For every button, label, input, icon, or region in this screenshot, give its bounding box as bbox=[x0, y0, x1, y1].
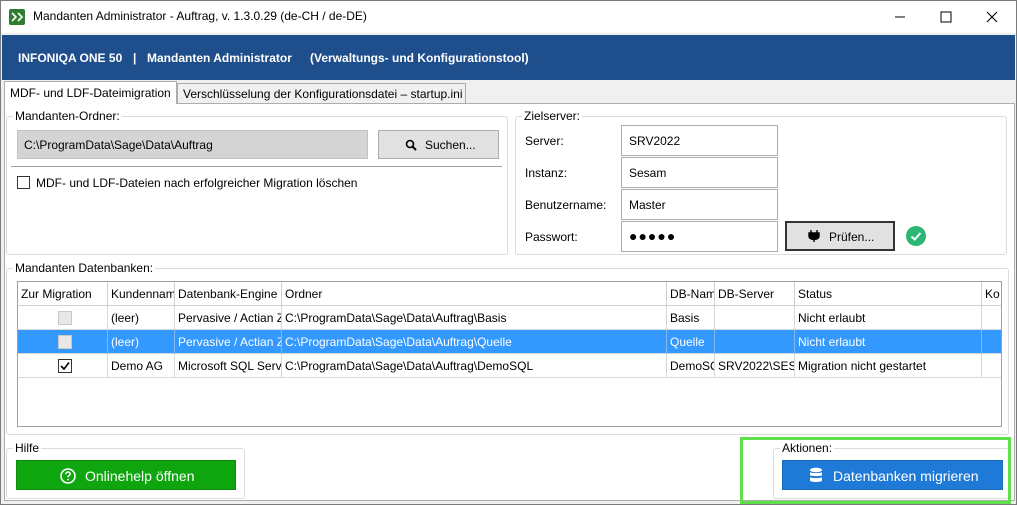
window-title: Mandanten Administrator - Auftrag, v. 1.… bbox=[33, 9, 367, 23]
instanz-input[interactable]: Sesam bbox=[621, 157, 778, 188]
ordner-cell: C:\ProgramData\Sage\Data\Auftrag\Quelle bbox=[282, 330, 667, 354]
tab-migration[interactable]: MDF- und LDF-Dateimigration bbox=[4, 81, 177, 104]
ko-cell bbox=[982, 354, 1001, 378]
server-label: Server: bbox=[525, 134, 564, 148]
folder-path-field[interactable]: C:\ProgramData\Sage\Data\Auftrag bbox=[17, 130, 368, 159]
tab-encryption[interactable]: Verschlüsselung der Konfigurationsdatei … bbox=[177, 83, 466, 104]
engine-cell: Pervasive / Actian Zen bbox=[175, 306, 282, 330]
table-row[interactable]: Demo AG Microsoft SQL Server C:\ProgramD… bbox=[18, 354, 1001, 378]
engine-cell: Microsoft SQL Server bbox=[175, 354, 282, 378]
ordner-cell: C:\ProgramData\Sage\Data\Auftrag\DemoSQL bbox=[282, 354, 667, 378]
col-header[interactable]: Ko bbox=[982, 282, 1001, 306]
instanz-label: Instanz: bbox=[525, 166, 568, 180]
dbserver-cell bbox=[715, 306, 795, 330]
search-icon bbox=[405, 139, 417, 151]
passwort-input[interactable]: ●●●●● bbox=[621, 221, 778, 252]
ko-cell bbox=[982, 306, 1001, 330]
grid-header: Zur Migration Kundenname Datenbank-Engin… bbox=[18, 282, 1001, 306]
delete-files-label: MDF- und LDF-Dateien nach erfolgreicher … bbox=[36, 176, 358, 190]
title-bar[interactable]: Mandanten Administrator - Auftrag, v. 1.… bbox=[1, 1, 1016, 33]
kunde-cell: (leer) bbox=[108, 306, 175, 330]
app-window: Mandanten Administrator - Auftrag, v. 1.… bbox=[0, 0, 1017, 505]
ko-cell bbox=[982, 330, 1001, 354]
status-cell: Nicht erlaubt bbox=[795, 306, 982, 330]
kunde-cell: Demo AG bbox=[108, 354, 175, 378]
divider bbox=[11, 166, 502, 167]
search-button-label: Suchen... bbox=[425, 138, 476, 152]
status-cell: Nicht erlaubt bbox=[795, 330, 982, 354]
col-header[interactable]: Ordner bbox=[282, 282, 667, 306]
ordner-cell: C:\ProgramData\Sage\Data\Auftrag\Basis bbox=[282, 306, 667, 330]
migrate-cell[interactable] bbox=[18, 354, 108, 378]
benutzer-label: Benutzername: bbox=[525, 198, 607, 212]
group-title: Mandanten Datenbanken: bbox=[13, 261, 156, 275]
passwort-label: Passwort: bbox=[525, 230, 578, 244]
onlinehelp-button[interactable]: Onlinehelp öffnen bbox=[16, 460, 236, 490]
app-subtitle: (Verwaltungs- und Konfigurationstool) bbox=[310, 51, 529, 65]
migrate-checkbox[interactable] bbox=[58, 359, 72, 373]
col-header[interactable]: DB-Name bbox=[667, 282, 715, 306]
migrate-cell[interactable] bbox=[18, 306, 108, 330]
status-cell: Migration nicht gestartet bbox=[795, 354, 982, 378]
question-circle-icon bbox=[60, 468, 76, 484]
migrate-checkbox[interactable] bbox=[58, 335, 72, 349]
maximize-button[interactable] bbox=[923, 1, 969, 33]
benutzer-input[interactable]: Master bbox=[621, 189, 778, 220]
engine-cell: Pervasive / Actian Zen bbox=[175, 330, 282, 354]
group-title: Hilfe bbox=[13, 441, 42, 455]
product-name: INFONIQA ONE 50 bbox=[18, 51, 123, 65]
header-separator: | bbox=[133, 51, 137, 65]
minimize-button[interactable] bbox=[877, 1, 923, 33]
migrate-cell[interactable] bbox=[18, 330, 108, 354]
table-row[interactable]: (leer) Pervasive / Actian Zen C:\Program… bbox=[18, 306, 1001, 330]
onlinehelp-label: Onlinehelp öffnen bbox=[85, 468, 195, 484]
app-icon bbox=[9, 9, 25, 25]
col-header[interactable]: DB-Server bbox=[715, 282, 795, 306]
dbname-cell: Quelle bbox=[667, 330, 715, 354]
migrate-checkbox[interactable] bbox=[58, 311, 72, 325]
dbserver-cell: SRV2022\SESAM bbox=[715, 354, 795, 378]
server-input[interactable]: SRV2022 bbox=[621, 125, 778, 156]
dbserver-cell bbox=[715, 330, 795, 354]
pruefen-label: Prüfen... bbox=[829, 230, 875, 244]
kunde-cell: (leer) bbox=[108, 330, 175, 354]
highlight-frame bbox=[740, 437, 1011, 504]
col-header[interactable]: Kundenname bbox=[108, 282, 175, 306]
search-button[interactable]: Suchen... bbox=[378, 130, 499, 159]
app-name: Mandanten Administrator bbox=[147, 51, 292, 65]
dbname-cell: Basis bbox=[667, 306, 715, 330]
databases-grid[interactable]: Zur Migration Kundenname Datenbank-Engin… bbox=[17, 281, 1002, 427]
plug-icon bbox=[808, 230, 820, 242]
delete-files-checkbox[interactable] bbox=[17, 176, 30, 189]
checkmark-icon bbox=[60, 362, 70, 371]
col-header[interactable]: Status bbox=[795, 282, 982, 306]
table-row[interactable]: (leer) Pervasive / Actian Zen C:\Program… bbox=[18, 330, 1001, 354]
header-banner: INFONIQA ONE 50 | Mandanten Administrato… bbox=[2, 35, 1015, 80]
col-header[interactable]: Datenbank-Engine bbox=[175, 282, 282, 306]
group-title: Mandanten-Ordner: bbox=[13, 109, 122, 123]
pruefen-button[interactable]: Prüfen... bbox=[785, 221, 895, 251]
check-circle-icon bbox=[906, 226, 926, 246]
close-button[interactable] bbox=[969, 1, 1015, 33]
dbname-cell: DemoSQL bbox=[667, 354, 715, 378]
group-title: Zielserver: bbox=[522, 109, 583, 123]
col-header[interactable]: Zur Migration bbox=[18, 282, 108, 306]
